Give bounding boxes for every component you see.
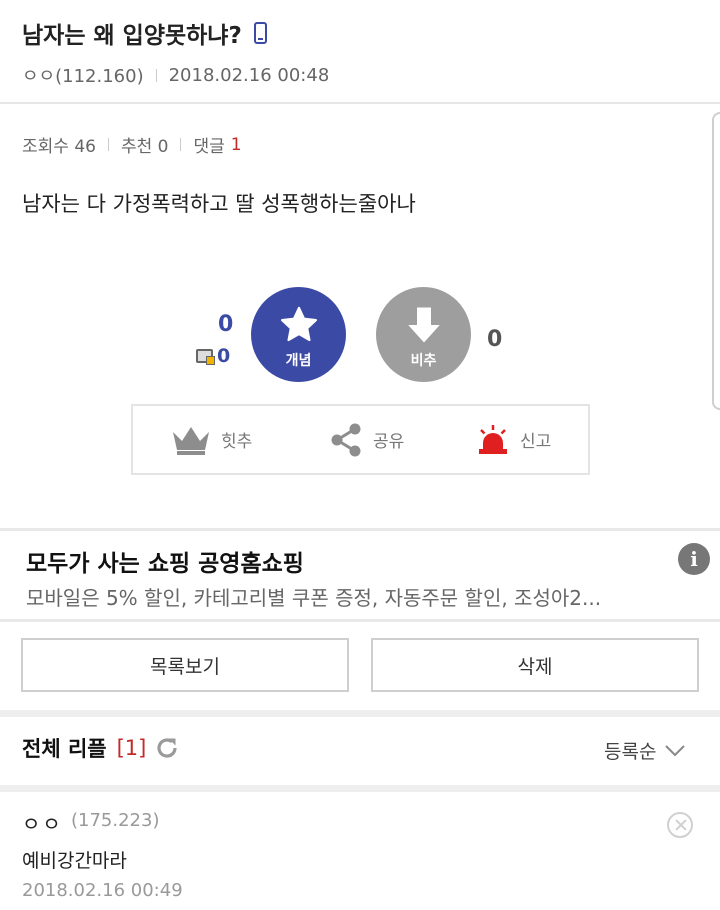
- close-circle-icon[interactable]: [667, 812, 693, 838]
- list-button[interactable]: 목록보기: [21, 638, 349, 692]
- vote-area: 0 0 개념 비추 0: [0, 285, 720, 385]
- upvote-count: 0: [218, 312, 234, 337]
- downvote-button[interactable]: 비추: [376, 287, 471, 382]
- section-divider: [0, 710, 720, 717]
- ad-title[interactable]: 모두가 사는 쇼핑 공영홈쇼핑: [26, 544, 304, 578]
- sort-select[interactable]: 등록순: [604, 737, 686, 764]
- delete-button[interactable]: 삭제: [371, 638, 699, 692]
- down-arrow-icon: [407, 307, 440, 342]
- stats-divider: [107, 138, 109, 151]
- ad-banner[interactable]: 모두가 사는 쇼핑 공영홈쇼핑 모바일은 5% 할인, 카테고리별 쿠폰 증정,…: [0, 528, 720, 622]
- post-title: 남자는 왜 입양못하냐?: [22, 23, 242, 49]
- best-label: 힛추: [221, 432, 253, 452]
- comment-time: 2018.02.16 00:49: [22, 880, 183, 901]
- siren-icon: [479, 424, 507, 454]
- report-button[interactable]: 신고: [476, 406, 551, 473]
- meta-divider: [155, 68, 157, 82]
- section-divider: [0, 785, 720, 792]
- mobile-upvote-count: 0: [217, 345, 231, 367]
- post-stats: 조회수 46 추천 0 댓글 1: [22, 132, 242, 158]
- downvote-label: 비추: [410, 352, 437, 369]
- comments-count[interactable]: 1: [231, 135, 242, 155]
- report-label: 신고: [520, 432, 552, 452]
- downvote-count: 0: [487, 327, 503, 352]
- star-icon: [280, 306, 317, 341]
- share-label: 공유: [373, 432, 405, 452]
- reply-count: [1]: [116, 736, 147, 760]
- mobile-vote-icon: [196, 349, 215, 365]
- post-action-bar: 힛추 공유 신고: [131, 404, 590, 475]
- upvote-button[interactable]: 개념: [251, 287, 346, 382]
- post-body: 남자는 다 가정폭력하고 딸 성폭행하는줄아나: [22, 192, 416, 216]
- post-header: 남자는 왜 입양못하냐? ㅇㅇ(112.160) 2018.02.16 00:4…: [0, 0, 720, 104]
- reply-title: 전체 리플: [22, 737, 107, 761]
- comments-label: 댓글: [193, 137, 225, 157]
- recommend-count: 추천 0: [120, 137, 169, 157]
- chevron-down-icon: [665, 744, 686, 756]
- reply-header: 전체 리플 [1]: [22, 733, 180, 763]
- phone-icon: [253, 22, 267, 44]
- best-button[interactable]: 힛추: [171, 406, 252, 473]
- comment-author[interactable]: ㅇㅇ: [22, 808, 63, 837]
- share-button[interactable]: 공유: [329, 406, 404, 473]
- comment-text: 예비강간마라: [22, 850, 127, 872]
- stats-divider: [180, 138, 182, 151]
- post-datetime: 2018.02.16 00:48: [168, 64, 330, 86]
- views-count: 조회수 46: [22, 137, 96, 157]
- post-author[interactable]: ㅇㅇ(112.160): [22, 62, 144, 88]
- share-icon: [331, 423, 361, 456]
- post-title-row: 남자는 왜 입양못하냐?: [22, 16, 267, 50]
- crown-icon: [173, 426, 209, 455]
- comment-ip: (175.223): [71, 810, 160, 831]
- comment-item: ㅇㅇ (175.223) 예비강간마라 2018.02.16 00:49: [0, 796, 720, 910]
- ad-description[interactable]: 모바일은 5% 할인, 카테고리별 쿠폰 증정, 자동주문 할인, 조성아2..…: [26, 582, 601, 611]
- refresh-icon[interactable]: [154, 735, 180, 761]
- info-icon[interactable]: i: [678, 543, 710, 575]
- upvote-label: 개념: [285, 352, 312, 369]
- sort-label: 등록순: [604, 741, 657, 763]
- mobile-upvote: 0: [196, 345, 230, 367]
- post-meta: ㅇㅇ(112.160) 2018.02.16 00:48: [22, 62, 329, 88]
